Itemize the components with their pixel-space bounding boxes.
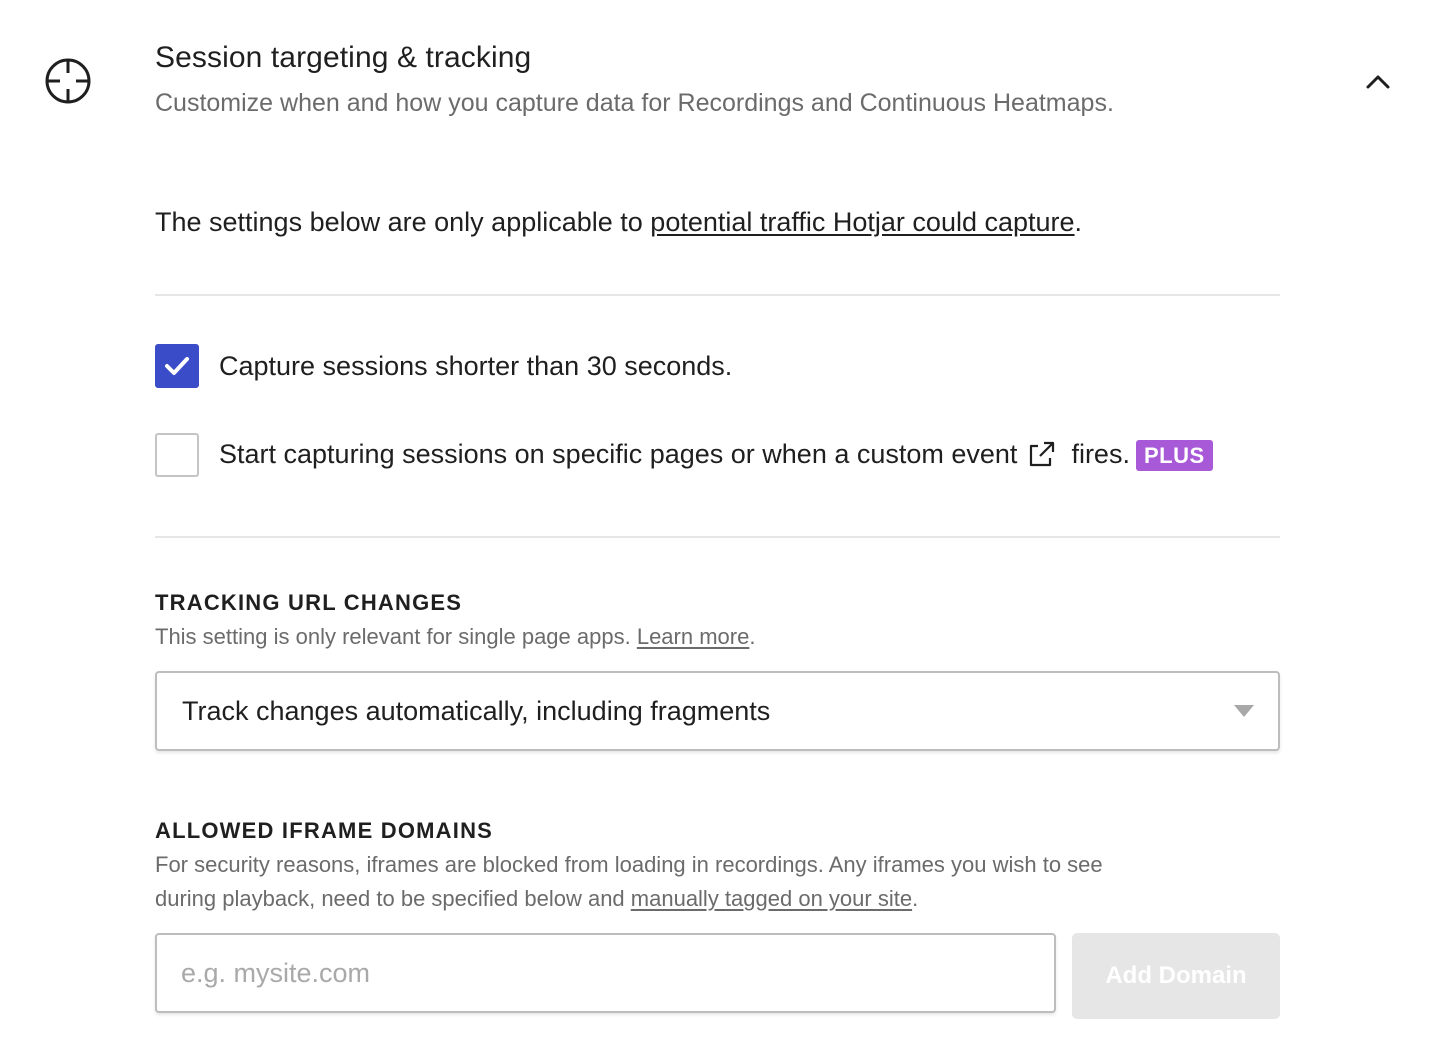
external-link-icon[interactable]: [1025, 439, 1057, 471]
crosshair-icon: [45, 58, 91, 104]
iframe-domains-helper-suffix: .: [912, 886, 919, 911]
session-targeting-panel: Session targeting & tracking Customize w…: [0, 0, 1436, 1064]
specific-pages-label-text: Start capturing sessions on specific pag…: [219, 438, 1018, 469]
tracking-url-helper: This setting is only relevant for single…: [155, 620, 755, 654]
domain-input[interactable]: [155, 933, 1056, 1013]
section-title: Session targeting & tracking: [155, 41, 532, 74]
iframe-domains-helper-line2: during playback, need to be specified be…: [155, 882, 1103, 916]
chevron-up-icon: [1366, 75, 1390, 89]
intro-text: The settings below are only applicable t…: [155, 207, 1082, 238]
manually-tagged-link[interactable]: manually tagged on your site: [631, 886, 912, 911]
specific-pages-option[interactable]: Start capturing sessions on specific pag…: [155, 433, 1213, 477]
tracking-url-helper-text: This setting is only relevant for single…: [155, 624, 637, 649]
intro-suffix: .: [1074, 207, 1083, 237]
tracking-url-title: TRACKING URL CHANGES: [155, 590, 463, 615]
divider: [155, 294, 1280, 296]
plus-badge: PLUS: [1135, 439, 1213, 471]
tracking-url-selected-value: Track changes automatically, including f…: [182, 695, 771, 726]
checkmark-icon: [165, 357, 189, 375]
section-subtitle: Customize when and how you capture data …: [155, 89, 1114, 117]
iframe-domains-helper: For security reasons, iframes are blocke…: [155, 848, 1103, 916]
tracking-url-select[interactable]: Track changes automatically, including f…: [155, 671, 1280, 751]
potential-traffic-link[interactable]: potential traffic Hotjar could capture: [650, 207, 1074, 237]
tracking-url-helper-suffix: .: [749, 624, 756, 649]
caret-down-icon: [1234, 705, 1254, 717]
iframe-domains-helper-line2-text: during playback, need to be specified be…: [155, 886, 631, 911]
intro-prefix: The settings below are only applicable t…: [155, 207, 651, 237]
iframe-domains-title: ALLOWED IFRAME DOMAINS: [155, 818, 494, 843]
iframe-domains-helper-line1: For security reasons, iframes are blocke…: [155, 852, 1103, 877]
specific-pages-checkbox[interactable]: [155, 433, 199, 477]
learn-more-link[interactable]: Learn more: [637, 624, 750, 649]
collapse-button[interactable]: [1360, 66, 1396, 98]
divider: [155, 536, 1280, 538]
specific-pages-label: Start capturing sessions on specific pag…: [219, 439, 1213, 472]
short-sessions-option[interactable]: Capture sessions shorter than 30 seconds…: [155, 344, 732, 388]
specific-pages-label-suffix: fires.: [1071, 438, 1130, 469]
short-sessions-label: Capture sessions shorter than 30 seconds…: [219, 350, 733, 381]
add-domain-button[interactable]: Add Domain: [1072, 933, 1280, 1019]
short-sessions-checkbox[interactable]: [155, 344, 199, 388]
